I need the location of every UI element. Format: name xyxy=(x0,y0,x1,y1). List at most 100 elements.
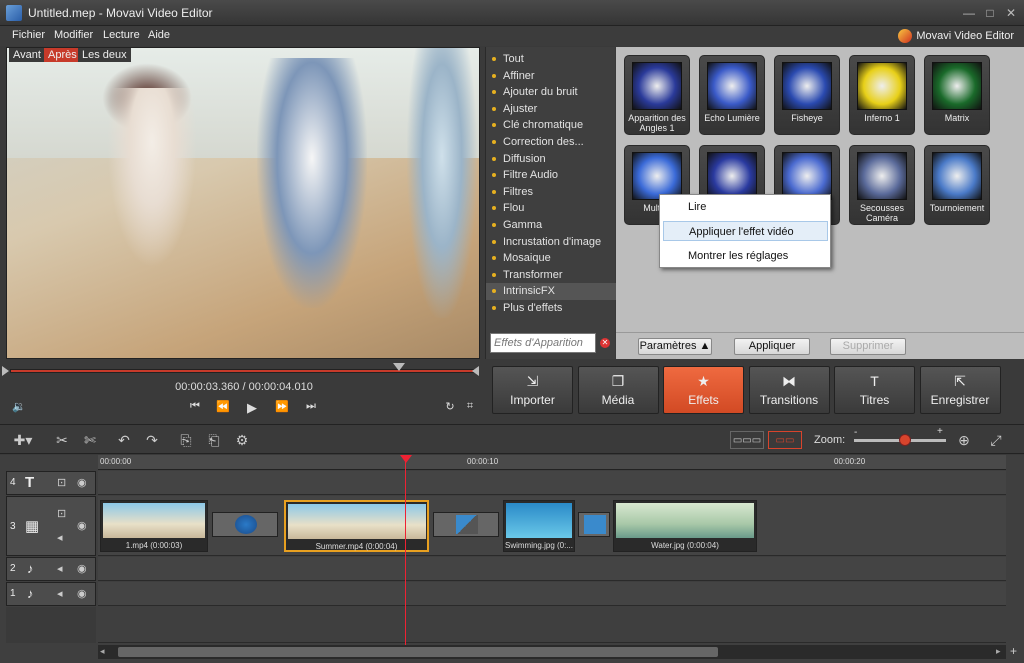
volume-icon[interactable]: 🔉 xyxy=(11,400,27,414)
cut-icon[interactable]: ✂ xyxy=(52,431,72,449)
effect-category-item[interactable]: Gamma xyxy=(486,217,616,234)
transition[interactable] xyxy=(578,512,610,537)
clip[interactable]: Swimming.jpg (0:... xyxy=(503,500,575,552)
effects-search-input[interactable]: Effets d'Apparition xyxy=(490,333,596,353)
ctx-montrer-reglages[interactable]: Montrer les réglages xyxy=(663,246,828,266)
rewind-icon[interactable]: ⏪ xyxy=(215,400,231,414)
track-4[interactable] xyxy=(98,471,1006,495)
mute-icon[interactable]: ◂ xyxy=(57,531,63,544)
effect-category-item[interactable]: Flou xyxy=(486,200,616,217)
clip-selected[interactable]: Summer.mp4 (0:00:04) xyxy=(284,500,429,552)
effect-category-item[interactable]: Incrustation d'image xyxy=(486,234,616,251)
maximize-button[interactable]: □ xyxy=(981,5,999,21)
rotate-icon[interactable]: ↻ xyxy=(442,400,458,414)
effect-category-item[interactable]: Filtre Audio xyxy=(486,167,616,184)
mode-button-effets[interactable]: ★ Effets xyxy=(663,366,744,414)
video-preview[interactable]: Avant Après Les deux xyxy=(6,47,480,359)
transition[interactable] xyxy=(433,512,499,537)
timeline-ruler[interactable]: 00:00:00 00:00:10 00:00:20 xyxy=(98,455,1006,470)
mode-button-enregistrer[interactable]: ⇱ Enregistrer xyxy=(919,366,1001,414)
timeline-playhead[interactable] xyxy=(405,455,406,645)
delete-button[interactable]: Supprimer xyxy=(830,338,906,355)
scroll-right-icon[interactable]: ▸ xyxy=(996,646,1001,657)
tab-avant[interactable]: Avant xyxy=(9,48,45,62)
skip-end-icon[interactable]: ⏭ xyxy=(303,400,319,414)
effect-thumbnail[interactable]: Matrix xyxy=(924,55,990,135)
settings-clip-icon[interactable]: ⚙ xyxy=(232,431,252,449)
effect-category-item[interactable]: IntrinsicFX xyxy=(486,283,616,300)
storyboard-view-icon[interactable]: ▭▭▭ xyxy=(730,431,764,449)
track-2[interactable] xyxy=(98,557,1006,581)
lock-icon[interactable]: ⊡ xyxy=(57,476,66,489)
mode-button-importer[interactable]: ⇲ Importer xyxy=(492,366,573,414)
effect-category-item[interactable]: Ajouter du bruit xyxy=(486,84,616,101)
zoom-plus[interactable]: + xyxy=(937,426,943,437)
effect-category-item[interactable]: Transformer xyxy=(486,267,616,284)
effect-thumbnail[interactable]: Secousses Caméra xyxy=(849,145,915,225)
menu-fichier[interactable]: Fichier xyxy=(12,29,45,41)
effect-category-item[interactable]: Correction des... xyxy=(486,134,616,151)
clip[interactable]: Water.jpg (0:00:04) xyxy=(613,500,757,552)
mode-button-titres[interactable]: T Titres xyxy=(834,366,915,414)
playhead-marker-icon[interactable] xyxy=(393,363,405,371)
clip-props-icon[interactable]: ⎘ xyxy=(176,431,196,449)
menu-modifier[interactable]: Modifier xyxy=(54,29,93,41)
zoom-fit-icon[interactable]: ⊕ xyxy=(954,431,974,449)
fast-forward-icon[interactable]: ⏩ xyxy=(274,400,290,414)
lock-icon[interactable]: ⊡ xyxy=(57,507,66,520)
effect-category-item[interactable]: Clé chromatique xyxy=(486,117,616,134)
fullscreen-icon[interactable]: ⤢ xyxy=(986,431,1006,449)
mute-icon[interactable]: ◂ xyxy=(57,562,63,575)
scrollbar-thumb[interactable] xyxy=(118,647,718,657)
play-icon[interactable]: ▶ xyxy=(244,400,260,415)
ctx-lire[interactable]: Lire xyxy=(663,197,828,217)
track-1[interactable] xyxy=(98,582,1006,606)
visibility-icon[interactable]: ◉ xyxy=(77,562,87,575)
effect-thumbnail[interactable]: Echo Lumière xyxy=(699,55,765,135)
crop-icon[interactable]: ⌗ xyxy=(462,400,478,414)
tab-apres[interactable]: Après xyxy=(44,48,81,62)
effect-category-item[interactable]: Tout xyxy=(486,51,616,68)
menu-aide[interactable]: Aide xyxy=(148,29,170,41)
timeline-view-icon[interactable]: ▭▭ xyxy=(768,431,802,449)
zoom-minus[interactable]: - xyxy=(854,427,857,438)
effect-category-item[interactable]: Affiner xyxy=(486,68,616,85)
effect-category-item[interactable]: Mosaique xyxy=(486,250,616,267)
effect-thumbnail[interactable]: Apparition des Angles 1 xyxy=(624,55,690,135)
timeline-scrollbar[interactable] xyxy=(98,645,1006,659)
skip-start-icon[interactable]: ⏮ xyxy=(187,400,203,414)
tab-les-deux[interactable]: Les deux xyxy=(78,48,131,62)
menu-lecture[interactable]: Lecture xyxy=(103,29,140,41)
apply-button[interactable]: Appliquer xyxy=(734,338,810,355)
effect-category-item[interactable]: Filtres xyxy=(486,184,616,201)
timeline-playhead-handle[interactable] xyxy=(400,455,412,463)
minimize-button[interactable]: — xyxy=(960,5,978,21)
visibility-icon[interactable]: ◉ xyxy=(77,587,87,600)
effect-thumbnail[interactable]: Fisheye xyxy=(774,55,840,135)
mode-button-transitions[interactable]: ⧓ Transitions xyxy=(748,366,830,414)
close-button[interactable]: ✕ xyxy=(1002,5,1020,21)
mute-icon[interactable]: ◂ xyxy=(57,587,63,600)
add-icon[interactable]: ✚▾ xyxy=(8,431,38,449)
effect-thumbnail[interactable]: Tournoiement xyxy=(924,145,990,225)
effect-category-item[interactable]: Diffusion xyxy=(486,151,616,168)
clear-search-icon[interactable]: ✕ xyxy=(600,338,610,348)
transition[interactable] xyxy=(212,512,278,537)
parameters-button[interactable]: Paramètres ▲ xyxy=(638,338,712,355)
marker-end-icon[interactable] xyxy=(472,366,479,376)
effect-thumbnail[interactable]: Inferno 1 xyxy=(849,55,915,135)
undo-icon[interactable]: ↶ xyxy=(114,431,134,449)
redo-icon[interactable]: ↷ xyxy=(142,431,162,449)
playback-progress-bar[interactable] xyxy=(10,369,476,373)
mode-button-média[interactable]: ❐ Média xyxy=(577,366,659,414)
split-icon[interactable]: ✄ xyxy=(80,431,100,449)
scroll-left-icon[interactable]: ◂ xyxy=(100,646,105,657)
visibility-icon[interactable]: ◉ xyxy=(77,476,87,489)
ctx-appliquer-effet[interactable]: Appliquer l'effet vidéo xyxy=(663,221,828,241)
marker-start-icon[interactable] xyxy=(2,366,9,376)
add-track-icon[interactable]: + xyxy=(1010,644,1017,658)
clip[interactable]: 1.mp4 (0:00:03) xyxy=(100,500,208,552)
effect-category-item[interactable]: Plus d'effets xyxy=(486,300,616,317)
visibility-icon[interactable]: ◉ xyxy=(77,519,87,532)
effect-category-item[interactable]: Ajuster xyxy=(486,101,616,118)
